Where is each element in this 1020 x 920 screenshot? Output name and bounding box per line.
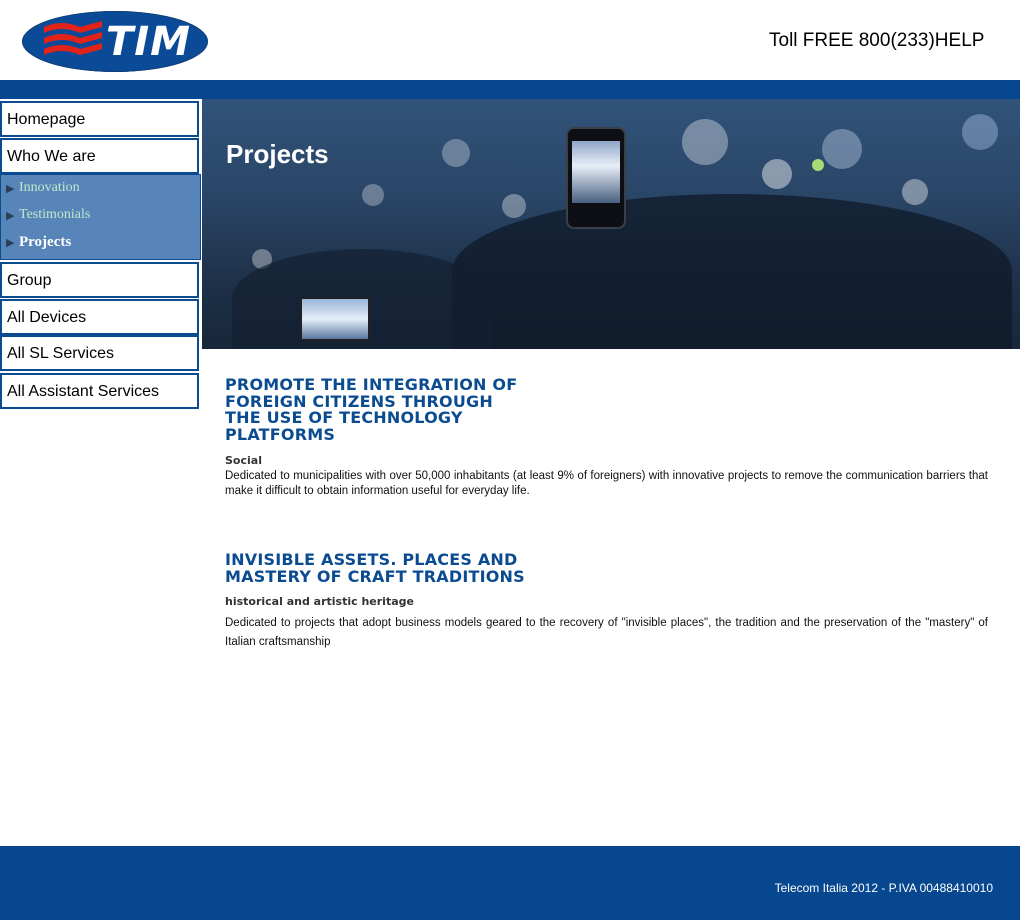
submenu-item-label: Projects [19, 234, 72, 250]
footer: Telecom Italia 2012 - P.IVA 00488410010 [0, 846, 1020, 920]
page-title: Projects [226, 139, 329, 169]
section-title: INVISIBLE ASSETS. PLACES AND MASTERY OF … [225, 550, 525, 586]
sidebar-item-label: All SL Services [7, 345, 114, 362]
sidebar-item-all-sl-services[interactable]: All SL Services [0, 335, 199, 371]
header: TIM Toll FREE 800(233)HELP [0, 0, 1020, 80]
sidebar-item-homepage[interactable]: Homepage [0, 101, 199, 137]
sidebar-item-label: All Devices [7, 309, 87, 326]
footer-copyright: Telecom Italia 2012 - P.IVA 00488410010 [774, 881, 993, 895]
arrow-right-icon: ▶ [6, 183, 15, 195]
sidebar-item-who-we-are[interactable]: Who We are [0, 138, 199, 174]
sidebar-item-all-assistant-services[interactable]: All Assistant Services [0, 373, 199, 409]
submenu-item-label: Testimonials [19, 207, 91, 222]
top-bar [0, 80, 1020, 99]
page: TIM Toll FREE 800(233)HELP Homepage Who … [0, 0, 1020, 920]
sidebar-item-label: Who We are [7, 148, 96, 165]
sidebar-submenu: ▶ Innovation ▶ Testimonials ▶ Projects [0, 174, 201, 260]
sidebar-item-all-devices[interactable]: All Devices [0, 299, 199, 335]
submenu-item-label: Innovation [19, 180, 80, 195]
tim-logo[interactable]: TIM [22, 11, 208, 72]
section-title: PROMOTE THE INTEGRATION OF FOREIGN CITIZ… [225, 375, 518, 444]
toll-free-number: Toll FREE 800(233)HELP [769, 30, 985, 51]
section-body: Dedicated to municipalities with over 50… [225, 470, 988, 497]
sidebar-item-label: All Assistant Services [7, 383, 160, 400]
phone-image-small [300, 297, 370, 341]
hero-banner: Projects [202, 99, 1020, 349]
section-subtitle: historical and artistic heritage [225, 595, 414, 608]
arrow-right-icon: ▶ [6, 237, 15, 249]
sidebar-item-label: Group [7, 272, 52, 289]
phone-image [566, 127, 626, 229]
section-subtitle: Social [225, 454, 262, 467]
sidebar-item-label: Homepage [7, 111, 86, 128]
arrow-right-icon: ▶ [6, 210, 15, 222]
section-body: Dedicated to projects that adopt busines… [225, 617, 988, 648]
sidebar-item-group[interactable]: Group [0, 262, 199, 298]
logo-text: TIM [106, 19, 191, 65]
